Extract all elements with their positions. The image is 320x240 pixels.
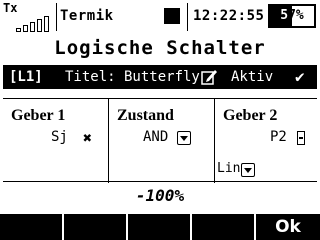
check-icon[interactable]: ✔ bbox=[295, 65, 305, 89]
battery-percent-part2: 7% bbox=[288, 8, 304, 23]
tx-label: Tx bbox=[3, 1, 18, 15]
status-separator bbox=[56, 3, 57, 31]
softkey-4[interactable] bbox=[192, 214, 254, 240]
dropdown-arrow-icon[interactable] bbox=[177, 131, 191, 145]
clock: 12:22:55 bbox=[193, 8, 265, 24]
switch-parameters-panel: Geber 1 Sj ✖ Zustand AND Geber 2 P2 Lin bbox=[3, 98, 317, 183]
geber1-title: Geber 1 bbox=[11, 107, 66, 124]
signal-strength-icon: Tx bbox=[2, 2, 52, 32]
zustand-title: Zustand bbox=[117, 107, 174, 124]
switch-title: Titel: Butterfly bbox=[65, 69, 200, 85]
geber2-mode[interactable]: Lin bbox=[217, 161, 240, 176]
ok-button[interactable]: Ok bbox=[256, 214, 320, 240]
softkey-3[interactable] bbox=[128, 214, 190, 240]
battery-icon: 57% bbox=[268, 4, 316, 28]
softkey-2[interactable] bbox=[64, 214, 126, 240]
geber2-value[interactable]: P2 bbox=[270, 129, 287, 145]
model-name: Termik bbox=[60, 8, 114, 24]
proportional-switch-icon bbox=[297, 131, 305, 145]
status-text: Aktiv bbox=[231, 69, 274, 85]
status-separator bbox=[187, 3, 188, 31]
status-bar: Tx Termik 12:22:55 57% bbox=[0, 0, 320, 33]
switch-id: [L1] bbox=[9, 69, 43, 85]
edit-pencil-icon[interactable] bbox=[201, 69, 217, 85]
softkey-1[interactable] bbox=[0, 214, 62, 240]
dropdown-arrow-icon[interactable] bbox=[241, 163, 255, 177]
zustand-column[interactable]: Zustand AND bbox=[108, 99, 214, 183]
softkey-bar: Ok bbox=[0, 214, 320, 240]
geber1-column[interactable]: Geber 1 Sj ✖ bbox=[3, 99, 108, 183]
geber2-title: Geber 2 bbox=[223, 107, 278, 124]
geber1-value[interactable]: Sj bbox=[51, 129, 68, 145]
output-value: -100% bbox=[135, 186, 185, 205]
page-title: Logische Schalter bbox=[54, 37, 266, 59]
clear-x-icon[interactable]: ✖ bbox=[83, 129, 92, 147]
battery-percent-part1: 5 bbox=[280, 8, 289, 23]
zustand-value[interactable]: AND bbox=[143, 129, 168, 145]
geber2-column[interactable]: Geber 2 P2 Lin bbox=[214, 99, 317, 183]
logic-switch-row[interactable]: [L1] Titel: Butterfly Aktiv ✔ bbox=[3, 65, 317, 89]
stop-square-icon bbox=[164, 8, 180, 24]
